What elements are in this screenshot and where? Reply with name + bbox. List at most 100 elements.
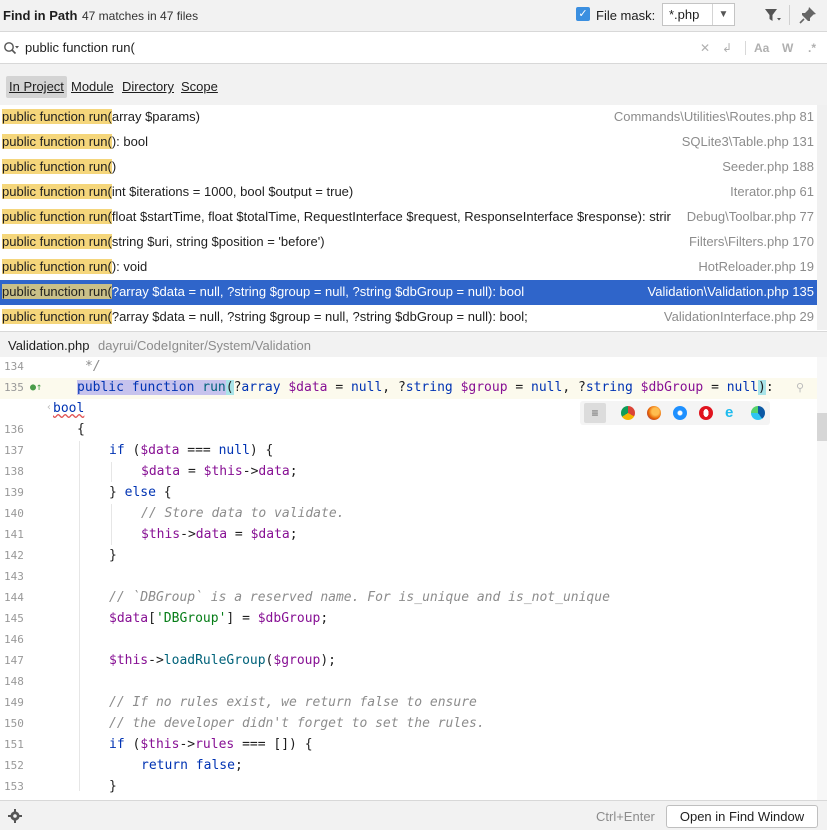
editor-scrollbar-thumb[interactable] [817,413,827,441]
firefox-icon[interactable] [647,406,661,420]
code-line: 137 if ($data === null) { [0,441,827,462]
gear-icon[interactable] [8,809,22,823]
line-number: 137 [4,444,24,457]
line-code: } [109,779,117,794]
code-line: 146 [0,630,827,651]
line-code: // If no rules exist, we return false to… [109,695,477,710]
opera-icon[interactable] [699,406,713,420]
file-mask-checkbox[interactable]: ✓ [576,7,590,21]
code-line: 144 // `DBGroup` is a reserved name. For… [0,588,827,609]
link-icon[interactable]: ⚲ [796,381,804,394]
line-number: 135 [4,381,24,394]
match-text: public function run( [2,109,112,124]
result-rest: array $params) [111,109,200,124]
scope-tabs: In Project Module Directory Scope [0,64,827,106]
find-in-path-header: Find in Path 47 matches in 47 files ✓ Fi… [0,0,827,31]
result-row-selected[interactable]: public function run(?array $data = null,… [0,280,817,305]
result-file: Iterator.php 61 [730,184,814,199]
pin-icon[interactable] [798,5,818,25]
file-mask-value[interactable]: *.php [669,7,699,22]
match-case-icon[interactable]: Aa [754,41,769,55]
result-row[interactable]: public function run(int $iterations = 10… [0,180,817,205]
line-number: 140 [4,507,24,520]
search-icon[interactable] [3,41,19,55]
result-row[interactable]: public function run() Seeder.php 188 [0,155,817,180]
result-row[interactable]: public function run(): bool SQLite3\Tabl… [0,130,817,155]
match-text: public function run( [2,184,112,199]
result-row[interactable]: public function run(array $params) Comma… [0,105,817,130]
ie-icon[interactable]: e [725,405,739,420]
line-number: 151 [4,738,24,751]
line-number: 136 [4,423,24,436]
code-line: 149 // If no rules exist, we return fals… [0,693,827,714]
line-code: } else { [109,485,172,500]
tab-in-project[interactable]: In Project [6,76,67,98]
chrome-icon[interactable] [621,406,635,420]
regex-icon[interactable]: .* [808,41,816,55]
line-code: public function run(?array $data = null,… [77,380,774,395]
result-file: SQLite3\Table.php 131 [681,134,814,149]
code-line: 141 $this->data = $data; [0,525,827,546]
code-line: 135 ●↑ public function run(?array $data … [0,378,827,399]
edge-icon[interactable] [751,406,765,420]
result-file: Seeder.php 188 [722,159,814,174]
line-number: 146 [4,633,24,646]
result-row[interactable]: public function run(): void HotReloader.… [0,255,817,280]
tab-label: Scope [181,79,218,94]
result-rest: float $startTime, float $totalTime, Requ… [111,209,671,224]
safari-icon[interactable] [673,406,687,420]
line-number: 134 [4,360,24,373]
dialog-footer: Ctrl+Enter Open in Find Window [0,800,827,830]
line-code: $data['DBGroup'] = $dbGroup; [109,611,329,626]
code-line: 143 [0,567,827,588]
whole-word-icon[interactable]: W [782,41,793,55]
tab-label: Module [71,79,114,94]
toolbar-separator [789,5,790,25]
search-row: ✕ ↲ Aa W .* [0,31,827,64]
line-number: 143 [4,570,24,583]
code-line: 153 } [0,777,827,798]
file-mask-label: File mask: [596,8,656,23]
code-line: 145 $data['DBGroup'] = $dbGroup; [0,609,827,630]
match-text: public function run( [2,284,112,299]
wrap-marker-icon: ‹ [46,402,53,413]
result-rest: string $uri, string $position = 'before'… [111,234,325,249]
open-in-find-window-button[interactable]: Open in Find Window [666,805,818,828]
shortcut-hint: Ctrl+Enter [596,809,655,824]
code-line: 150 // the developer didn't forget to se… [0,714,827,735]
result-row[interactable]: public function run(float $startTime, fl… [0,205,817,230]
search-input[interactable] [25,40,675,55]
line-number: 150 [4,717,24,730]
results-scrollbar[interactable] [817,105,827,330]
tool-separator [745,41,746,55]
file-mask-combo[interactable]: *.php ▼ [662,3,735,26]
code-line: 142 } [0,546,827,567]
browser-preview-bar: ≡ e [580,401,770,425]
result-rest: ): bool [111,134,148,149]
result-row[interactable]: public function run(?array $data = null,… [0,305,817,330]
filter-icon[interactable] [762,5,782,25]
line-code: { [77,422,85,437]
tab-scope[interactable]: Scope [178,76,221,98]
line-code: bool [53,401,85,416]
preview-file-path: dayrui/CodeIgniter/System/Validation [98,338,311,353]
override-icon[interactable]: ●↑ [30,382,42,393]
clear-icon[interactable]: ✕ [700,41,710,55]
tab-module[interactable]: Module [68,76,117,98]
match-text: public function run( [2,234,112,249]
wrap-icon[interactable]: ≡ [584,403,606,423]
chevron-down-icon[interactable]: ▼ [712,4,734,25]
preview-file-name: Validation.php [8,338,90,353]
line-code: // Store data to validate. [141,506,345,521]
tab-directory[interactable]: Directory [119,76,177,98]
result-row[interactable]: public function run(string $uri, string … [0,230,817,255]
result-rest: ): void [111,259,148,274]
match-text: public function run( [2,259,112,274]
result-file: Validation\Validation.php 135 [645,284,814,299]
replace-icon[interactable]: ↲ [722,41,732,55]
result-file: HotReloader.php 19 [698,259,814,274]
result-file: Debug\Toolbar.php 77 [684,209,814,224]
match-text: public function run( [2,159,112,174]
result-rest: ?array $data = null, ?string $group = nu… [111,309,528,324]
result-file: ValidationInterface.php 29 [663,309,814,324]
